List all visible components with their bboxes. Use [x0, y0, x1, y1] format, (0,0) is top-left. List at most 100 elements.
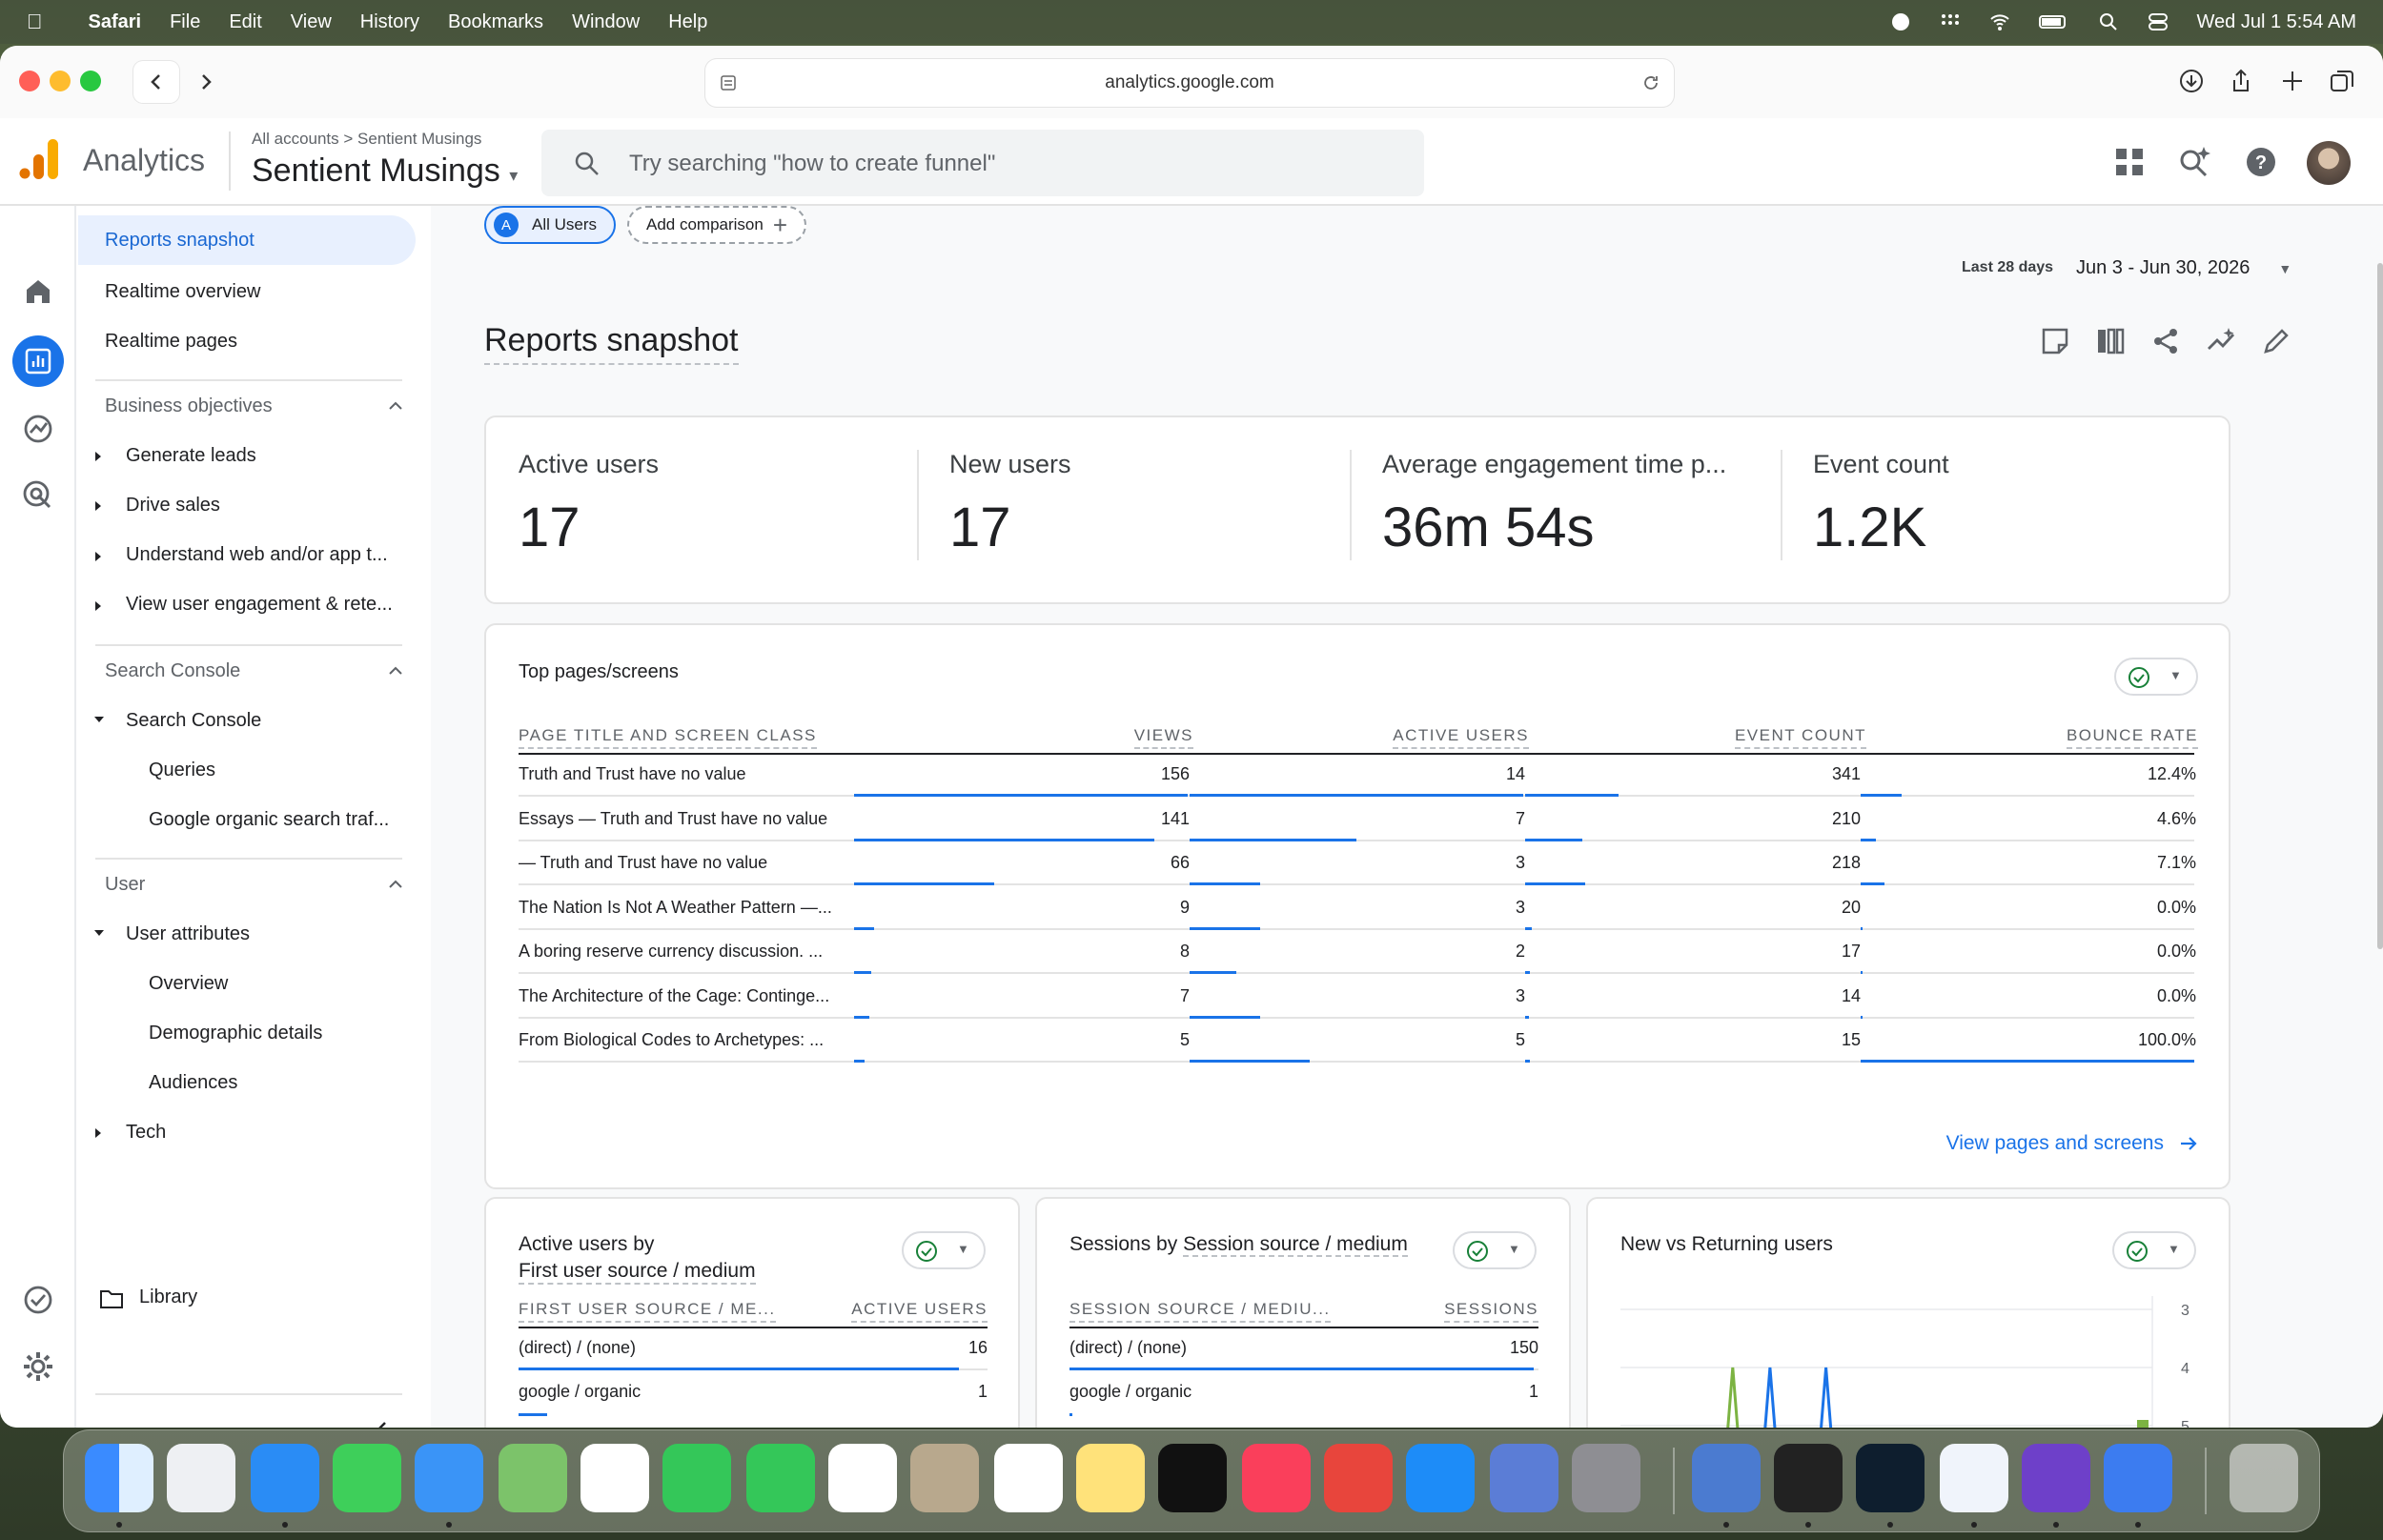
table-row[interactable]: (direct) / (none) 150	[1069, 1327, 1538, 1370]
help-icon[interactable]: ?	[2244, 145, 2278, 179]
admin-checklist-icon[interactable]	[21, 1283, 55, 1317]
home-icon[interactable]	[21, 274, 55, 309]
rocket-app-icon[interactable]	[1324, 1444, 1393, 1512]
music-icon[interactable]	[1242, 1444, 1311, 1512]
sidebar-item-drive-sales[interactable]: Drive sales	[126, 495, 220, 517]
collapse-arrow-icon[interactable]	[93, 715, 105, 724]
explore-icon[interactable]	[21, 412, 55, 446]
safari-icon[interactable]	[251, 1444, 319, 1512]
table-row[interactable]: google / organic 1	[1069, 1370, 1538, 1416]
search-input[interactable]: Try searching "how to create funnel"	[541, 130, 1424, 196]
app-name[interactable]: Analytics	[83, 143, 205, 178]
page-title-cell[interactable]: The Architecture of the Cage: Continge..…	[519, 986, 829, 1006]
phone-icon[interactable]	[746, 1444, 815, 1512]
configurator-icon[interactable]	[1490, 1444, 1558, 1512]
sidebar-item-overview[interactable]: Overview	[149, 973, 228, 995]
sidebar-item-tech[interactable]: Tech	[126, 1122, 166, 1144]
source-cell[interactable]: google / organic	[519, 1382, 641, 1402]
sidebar-item-library[interactable]: Library	[139, 1287, 197, 1308]
apple-tv-icon[interactable]	[1158, 1444, 1227, 1512]
section-user[interactable]: User	[105, 874, 145, 896]
reports-nav-button[interactable]	[12, 335, 64, 387]
minimize-window-button[interactable]	[50, 71, 71, 91]
column-header-event-count[interactable]: EVENT COUNT	[1734, 726, 1866, 749]
table-row[interactable]: A boring reserve currency discussion. ..…	[519, 930, 2196, 974]
chevron-up-icon[interactable]	[385, 874, 406, 895]
card-options-button[interactable]: ▼	[1453, 1231, 1537, 1269]
share-icon[interactable]	[2227, 67, 2255, 95]
column-header-active-users[interactable]: ACTIVE USERS	[851, 1300, 988, 1323]
table-row[interactable]: (direct) / (none) 16	[519, 1327, 988, 1370]
card-title-dimension[interactable]: Session source / medium	[1183, 1233, 1408, 1257]
menu-window[interactable]: Window	[572, 11, 640, 33]
expand-arrow-icon[interactable]	[93, 500, 103, 512]
apps-grid-icon[interactable]	[2112, 145, 2147, 179]
table-row[interactable]: The Nation Is Not A Weather Pattern —...…	[519, 886, 2196, 930]
page-title-cell[interactable]: From Biological Codes to Archetypes: ...	[519, 1030, 824, 1050]
apple-menu-icon[interactable]: 	[27, 10, 43, 34]
contacts-icon[interactable]	[910, 1444, 979, 1512]
column-header-page-title[interactable]: PAGE TITLE AND SCREEN CLASS	[519, 726, 817, 749]
sidebar-item-google-organic[interactable]: Google organic search traf...	[149, 809, 389, 831]
page-title-cell[interactable]: — Truth and Trust have no value	[519, 853, 767, 873]
address-bar[interactable]: analytics.google.com	[705, 59, 1674, 107]
menu-help[interactable]: Help	[668, 11, 707, 33]
analytics-logo-icon[interactable]	[19, 137, 59, 181]
back-button[interactable]	[133, 61, 179, 103]
section-business-objectives[interactable]: Business objectives	[105, 395, 273, 417]
menu-view[interactable]: View	[291, 11, 332, 33]
series-endpoint-marker[interactable]	[2137, 1420, 2149, 1428]
series-line-blue[interactable]	[1640, 1367, 2143, 1428]
sidebar-item-audiences[interactable]: Audiences	[149, 1072, 237, 1094]
downloads-icon[interactable]	[2177, 67, 2206, 95]
account-avatar[interactable]	[2307, 141, 2351, 185]
spotlight-search-icon[interactable]	[2098, 11, 2119, 32]
sidebar-item-demographic-details[interactable]: Demographic details	[149, 1023, 322, 1044]
collapse-arrow-icon[interactable]	[93, 928, 105, 938]
speedometer-app-icon[interactable]	[1856, 1444, 1925, 1512]
source-cell[interactable]: google / organic	[1069, 1382, 1192, 1402]
menu-bookmarks[interactable]: Bookmarks	[448, 11, 543, 33]
table-row[interactable]: Essays — Truth and Trust have no value 14…	[519, 798, 2196, 841]
app-icon[interactable]	[1692, 1444, 1761, 1512]
property-selector[interactable]: Sentient Musings ▾	[252, 152, 518, 190]
calendar-icon[interactable]	[828, 1444, 897, 1512]
finder-icon[interactable]	[85, 1444, 153, 1512]
page-title-cell[interactable]: The Nation Is Not A Weather Pattern —...	[519, 898, 832, 918]
page-title-cell[interactable]: A boring reserve currency discussion. ..…	[519, 942, 823, 962]
close-window-button[interactable]	[19, 71, 40, 91]
sidebar-item-realtime-overview[interactable]: Realtime overview	[105, 281, 260, 303]
expand-arrow-icon[interactable]	[93, 600, 103, 612]
table-row[interactable]: The Architecture of the Cage: Continge..…	[519, 975, 2196, 1019]
maps-icon[interactable]	[499, 1444, 567, 1512]
section-search-console[interactable]: Search Console	[105, 660, 240, 682]
table-row[interactable]: From Biological Codes to Archetypes: ...…	[519, 1019, 2196, 1063]
status-app-icon[interactable]	[1890, 11, 1911, 32]
reminders-icon[interactable]	[994, 1444, 1063, 1512]
column-header-active-users[interactable]: ACTIVE USERS	[1393, 726, 1529, 749]
insights-icon[interactable]	[2206, 326, 2236, 356]
facetime-icon[interactable]	[662, 1444, 731, 1512]
annotation-icon[interactable]	[2040, 326, 2070, 356]
wifi-icon[interactable]	[1989, 11, 2010, 32]
chevron-up-icon[interactable]	[385, 395, 406, 416]
account-breadcrumb[interactable]: All accounts > Sentient Musings	[252, 130, 481, 149]
card-options-button[interactable]: ▼	[2114, 658, 2198, 696]
page-title-cell[interactable]: Truth and Trust have no value	[519, 764, 745, 784]
main-scrollbar[interactable]	[2377, 263, 2383, 949]
launchpad-icon[interactable]	[167, 1444, 235, 1512]
kpi-avg-engagement[interactable]: Average engagement time p... 36m 54s	[1352, 417, 1782, 602]
kpi-event-count[interactable]: Event count 1.2K	[1782, 417, 2213, 602]
sidebar-item-reports-snapshot[interactable]: Reports snapshot	[78, 215, 416, 265]
column-header-sessions[interactable]: SESSIONS	[1444, 1300, 1538, 1323]
source-cell[interactable]: (direct) / (none)	[1069, 1338, 1187, 1358]
kpi-new-users[interactable]: New users 17	[919, 417, 1350, 602]
search-insights-icon[interactable]	[2177, 145, 2211, 179]
zoom-window-button[interactable]	[80, 71, 101, 91]
menu-file[interactable]: File	[170, 11, 200, 33]
trash-icon[interactable]	[2230, 1444, 2298, 1512]
table-row[interactable]: Truth and Trust have no value 156 14 341 12.…	[519, 753, 2196, 797]
new-tab-icon[interactable]	[2278, 67, 2307, 95]
sidebar-item-user-attributes[interactable]: User attributes	[126, 923, 250, 945]
segment-all-users[interactable]: A All Users	[484, 206, 616, 244]
